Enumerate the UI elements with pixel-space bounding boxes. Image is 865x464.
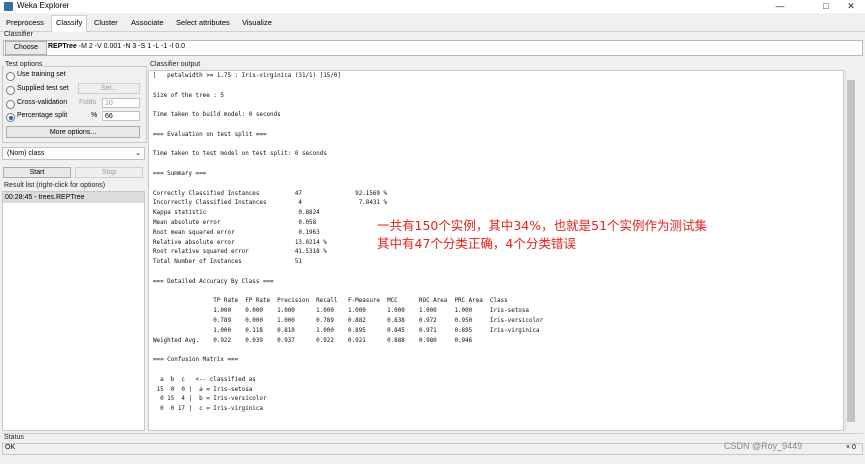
test-options-label: Test options (4, 61, 44, 68)
stop-button[interactable]: Stop (75, 167, 143, 178)
tab-preprocess[interactable]: Preprocess (2, 16, 48, 30)
annotation-line-2: 其中有47个分类正确，4个分类错误 (377, 236, 576, 251)
tab-classify[interactable]: Classify (51, 15, 88, 32)
close-button[interactable]: ✕ (839, 0, 863, 13)
annotation-text: 一共有150个实例，其中34%，也就是51个实例作为测试集 其中有47个分类正确… (377, 217, 707, 253)
percentage-split-radio[interactable] (6, 113, 15, 122)
tab-bar: Preprocess Classify Cluster Associate Se… (0, 14, 865, 32)
percent-label: % (91, 112, 98, 119)
folds-label: Folds (79, 99, 97, 106)
status-text: OK (5, 444, 16, 451)
class-select[interactable]: (Nom) class ⌄ (2, 147, 145, 160)
status-label: Status (4, 434, 24, 441)
title-bar (0, 0, 865, 13)
set-button[interactable]: Set... (78, 83, 140, 94)
tab-select-attributes[interactable]: Select attributes (172, 16, 234, 30)
tab-associate[interactable]: Associate (127, 16, 168, 30)
class-select-value: (Nom) class (7, 150, 45, 157)
classifier-output-label: Classifier output (150, 61, 201, 68)
minimize-button[interactable]: — (768, 0, 792, 13)
output-scrollbar-thumb[interactable] (847, 80, 855, 422)
classifier-name: REPTree (48, 43, 77, 50)
cross-validation-radio[interactable] (6, 100, 15, 109)
supplied-test-set-label: Supplied test set (17, 85, 69, 92)
annotation-line-1: 一共有150个实例，其中34%，也就是51个实例作为测试集 (377, 218, 708, 233)
more-options-button[interactable]: More options... (6, 126, 140, 138)
chevron-down-icon: ⌄ (135, 150, 141, 157)
tab-cluster[interactable]: Cluster (90, 16, 122, 30)
choose-button[interactable]: Choose (5, 41, 47, 55)
result-list-item[interactable]: 00:28:45 - trees.REPTree (3, 192, 144, 203)
status-divider (2, 433, 863, 434)
percent-input[interactable]: 66 (102, 111, 140, 121)
result-list (2, 191, 145, 431)
maximize-button[interactable]: □ (814, 0, 838, 13)
classifier-section-label: Classifier (4, 31, 33, 38)
classifier-command[interactable]: REPTree -M 2 -V 0.001 -N 3 -S 1 -L -1 -I… (48, 41, 185, 53)
cross-validation-label: Cross-validation (17, 99, 68, 106)
watermark: CSDN @Roy_9449 (724, 441, 803, 451)
start-button[interactable]: Start (3, 167, 71, 178)
folds-input[interactable]: 10 (102, 98, 140, 108)
weka-app-icon (4, 2, 13, 11)
tab-visualize[interactable]: Visualize (238, 16, 276, 30)
status-count: × 0 (846, 444, 856, 451)
use-training-set-radio[interactable] (6, 72, 15, 81)
result-list-label: Result list (right-click for options) (4, 182, 106, 189)
classifier-options: -M 2 -V 0.001 -N 3 -S 1 -L -1 -I 0.0 (76, 43, 186, 50)
supplied-test-set-radio[interactable] (6, 86, 15, 95)
use-training-set-label: Use training set (17, 71, 66, 78)
percentage-split-label: Percentage split (17, 112, 68, 119)
window-title: Weka Explorer (17, 1, 70, 10)
